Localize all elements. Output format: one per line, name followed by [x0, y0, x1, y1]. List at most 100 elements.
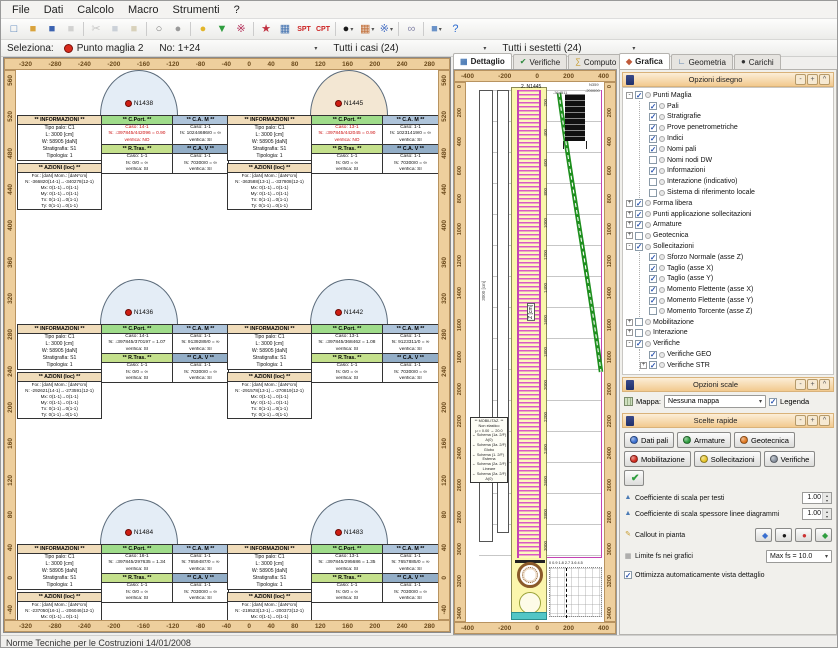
tree-item[interactable]: + Interazione: [626, 328, 833, 339]
tree-checkbox[interactable]: [635, 340, 643, 348]
tree-expander[interactable]: [640, 135, 647, 142]
tree-item[interactable]: - Sollecitazioni: [626, 241, 833, 252]
tree-checkbox[interactable]: [635, 243, 643, 251]
globe-icon[interactable]: ● ▾: [169, 21, 187, 38]
layout-icon[interactable]: ■ ▾: [427, 21, 445, 38]
tree-expander[interactable]: [640, 308, 647, 315]
tree-item[interactable]: Pali: [640, 101, 833, 112]
pin-icon[interactable]: ○ ▾: [150, 21, 168, 38]
tree-item[interactable]: Nomi pali: [640, 144, 833, 155]
menu-item[interactable]: ?: [227, 3, 247, 17]
pile-marker[interactable]: [125, 100, 132, 107]
menu-item[interactable]: Macro: [121, 3, 166, 17]
pin-button[interactable]: ^: [819, 74, 830, 85]
tree-checkbox[interactable]: [649, 113, 657, 121]
tree-item[interactable]: + Mobilitazione: [626, 317, 833, 328]
new-document-icon[interactable]: □ ▾: [5, 21, 23, 38]
tree-item[interactable]: + Verifiche STR: [640, 360, 833, 371]
spinner-down-icon[interactable]: ▾: [823, 498, 831, 503]
tree-checkbox[interactable]: [649, 102, 657, 110]
tree-checkbox[interactable]: [635, 91, 643, 99]
paste-icon[interactable]: ■ ▾: [125, 21, 143, 38]
tab-carichi[interactable]: ● Carichi: [734, 54, 781, 69]
tree-checkbox[interactable]: [649, 275, 657, 283]
tree-item[interactable]: Indici: [640, 133, 833, 144]
tree-checkbox[interactable]: [649, 286, 657, 294]
tree-item[interactable]: Informazioni: [640, 166, 833, 177]
tree-item[interactable]: Momento Torcente (asse Z): [640, 306, 833, 317]
tree-expander[interactable]: [640, 351, 647, 358]
menu-item[interactable]: Strumenti: [166, 3, 227, 17]
tab-geometria[interactable]: ∟ Geometria: [671, 54, 733, 69]
tree-checkbox[interactable]: [649, 297, 657, 305]
print-icon[interactable]: ■ ▾: [62, 21, 80, 38]
tree-checkbox[interactable]: [635, 210, 643, 218]
tree-expander[interactable]: -: [626, 92, 633, 99]
menu-item[interactable]: Calcolo: [70, 3, 121, 17]
verifiche-button[interactable]: Verifiche: [764, 451, 816, 467]
tree-checkbox[interactable]: [649, 124, 657, 132]
detail-canvas[interactable]: 2004006008001000120014001600180020002200…: [465, 81, 605, 623]
tree-expander[interactable]: [640, 146, 647, 153]
callout-style-1-button[interactable]: ◆: [755, 528, 772, 542]
tree-checkbox[interactable]: [635, 318, 643, 326]
tree-expander[interactable]: +: [626, 329, 633, 336]
tree-item[interactable]: Taglio (asse Y): [640, 274, 833, 285]
tree-checkbox[interactable]: [635, 221, 643, 229]
tab-computo[interactable]: ∑ Computo: [568, 54, 623, 69]
fs-limit-selector[interactable]: Max fs = 10.0▾: [766, 550, 832, 563]
pile-marker[interactable]: [125, 309, 132, 316]
molecule-icon[interactable]: ※ ▾: [232, 21, 250, 38]
callout-style-3-button[interactable]: ●: [795, 528, 812, 542]
tree-expander[interactable]: [640, 113, 647, 120]
sollecitazioni-button[interactable]: Sollecitazioni: [694, 451, 761, 467]
tree-checkbox[interactable]: [649, 167, 657, 175]
tree-item[interactable]: Nomi nodi DW: [640, 155, 833, 166]
legend-toggle[interactable]: Legenda: [769, 397, 809, 406]
tree-checkbox[interactable]: [649, 307, 657, 315]
pile-marker[interactable]: [335, 309, 342, 316]
tree-checkbox[interactable]: [649, 361, 657, 369]
copy-icon[interactable]: ■ ▾: [106, 21, 124, 38]
callout-style-4-button[interactable]: ◆: [815, 528, 832, 542]
plan-canvas[interactable]: N1438 ** INFORMAZIONI ** Tipo palo: C1L:…: [16, 70, 438, 620]
spinner-down-icon[interactable]: ▾: [823, 514, 831, 519]
expand-button[interactable]: +: [807, 379, 818, 390]
tree-expander[interactable]: +: [640, 362, 647, 369]
tree-expander[interactable]: [640, 189, 647, 196]
open-folder-icon[interactable]: ■ ▾: [24, 21, 42, 38]
cpt-button[interactable]: CPT ▾: [314, 21, 332, 38]
tree-item[interactable]: Verifiche GEO: [640, 349, 833, 360]
cut-icon[interactable]: ✂ ▾: [87, 21, 105, 38]
optimize-checkbox[interactable]: [624, 571, 632, 579]
tree-item[interactable]: Stratigrafie: [640, 112, 833, 123]
tree-checkbox[interactable]: [649, 145, 657, 153]
tree-item[interactable]: Prove penetrometriche: [640, 122, 833, 133]
tree-expander[interactable]: [640, 157, 647, 164]
separator[interactable]: ▾: [188, 21, 193, 38]
armature-button[interactable]: Armature: [677, 432, 731, 448]
tab-verifiche[interactable]: ✔ Verifiche: [513, 54, 567, 69]
tree-checkbox[interactable]: [635, 199, 643, 207]
tree-expander[interactable]: [640, 275, 647, 282]
scale-spinner[interactable]: 1.00 ▴▾: [802, 508, 832, 520]
help-icon[interactable]: ? ▾: [446, 21, 464, 38]
tree-expander[interactable]: +: [626, 319, 633, 326]
menu-item[interactable]: Dati: [37, 3, 71, 17]
scale-spinner[interactable]: 1.00 ▴▾: [802, 492, 832, 504]
tree-expander[interactable]: [640, 103, 647, 110]
tree-expander[interactable]: [640, 297, 647, 304]
callout-style-2-button[interactable]: ●: [775, 528, 792, 542]
separator[interactable]: ▾: [251, 21, 256, 38]
separator[interactable]: ▾: [396, 21, 401, 38]
tree-item[interactable]: + Geotecnica: [626, 230, 833, 241]
sphere-yellow-icon[interactable]: ● ▾: [194, 21, 212, 38]
map-selector[interactable]: Nessuna mappa▾: [664, 395, 766, 408]
tab-dettaglio[interactable]: ▦ Dettaglio: [453, 53, 512, 69]
tree-item[interactable]: + Armature: [626, 220, 833, 231]
tree-checkbox[interactable]: [649, 264, 657, 272]
image-icon[interactable]: ▦ ▾: [276, 21, 294, 38]
pile-marker[interactable]: [335, 100, 342, 107]
tree-expander[interactable]: [640, 178, 647, 185]
separator[interactable]: ▾: [421, 21, 426, 38]
